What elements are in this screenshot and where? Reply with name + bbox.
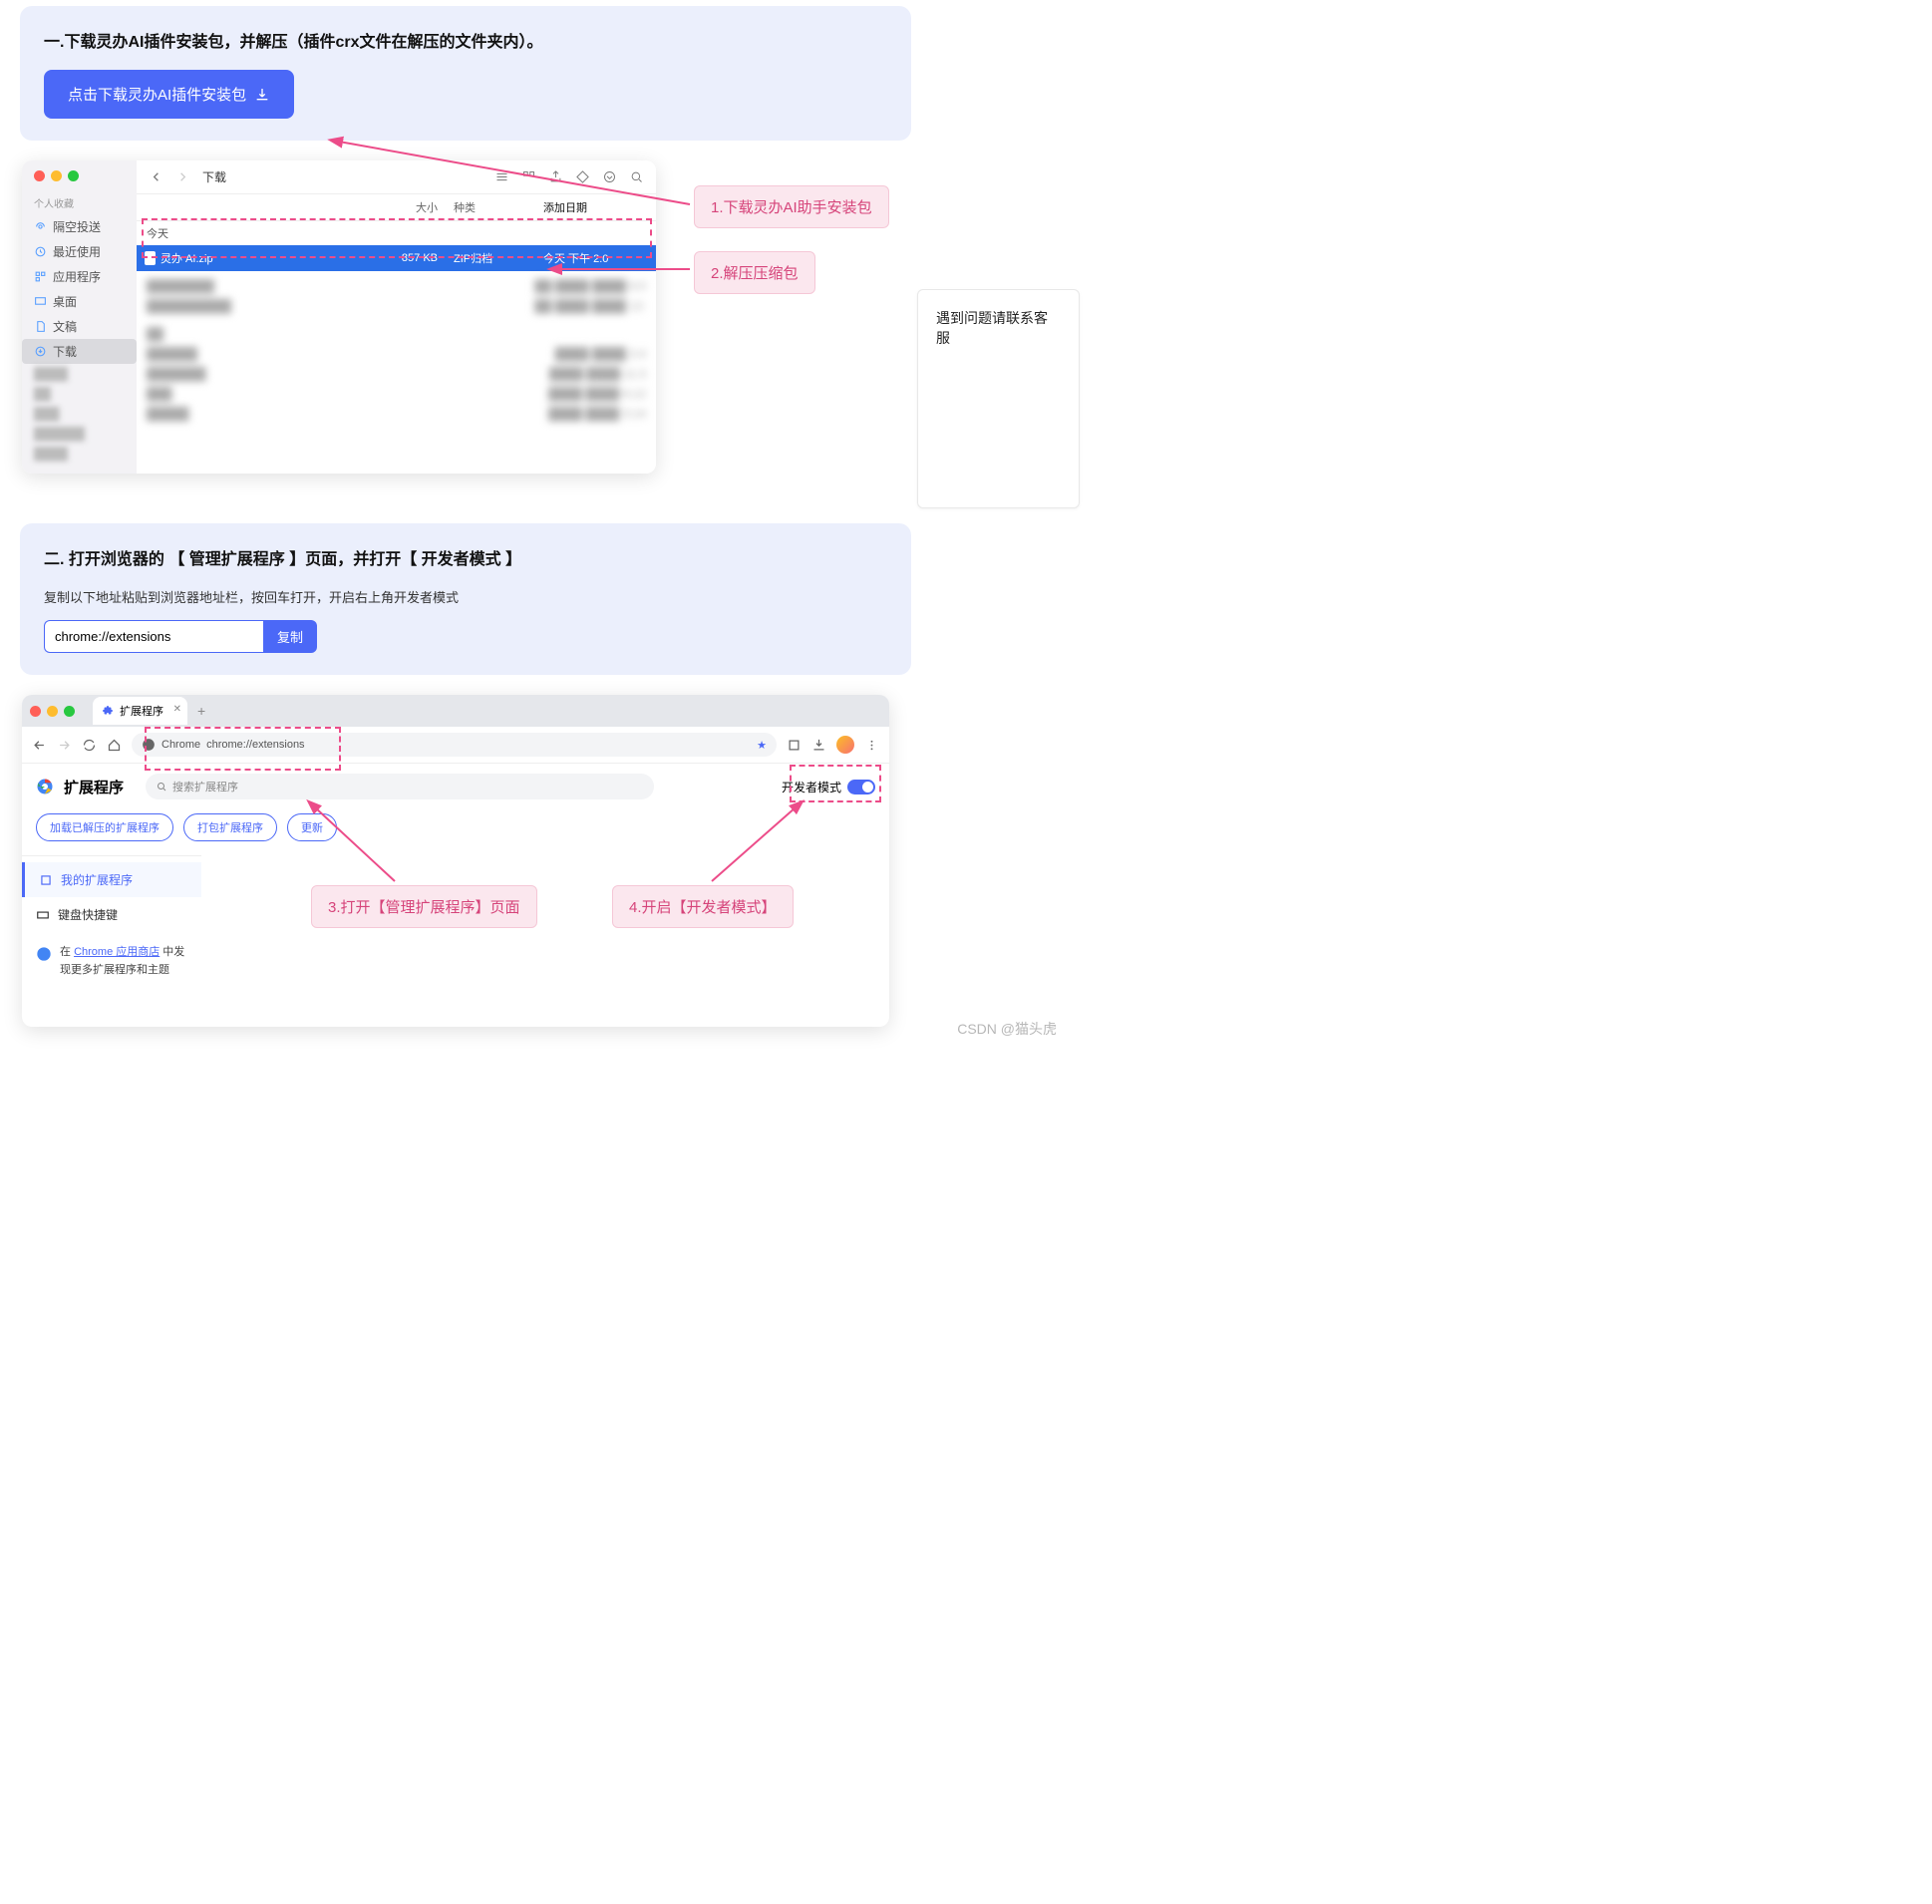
watermark: CSDN @猫头虎 (957, 1019, 1057, 1039)
traffic-min[interactable] (51, 170, 62, 181)
back-icon[interactable] (149, 169, 163, 184)
sidebar-airdrop[interactable]: 隔空投送 (22, 214, 137, 239)
download-button-label: 点击下载灵办AI插件安装包 (68, 84, 246, 105)
sidebar-apps[interactable]: 应用程序 (22, 264, 137, 289)
tag-icon[interactable] (575, 169, 590, 184)
grid-icon[interactable] (521, 169, 536, 184)
sidebar-header: 个人收藏 (22, 191, 137, 214)
step1-card: 一.下载灵办AI插件安装包，并解压（插件crx文件在解压的文件夹内）。 点击下载… (20, 6, 911, 141)
callout-3: 3.打开【管理扩展程序】页面 (311, 885, 537, 928)
highlight-box-omnibox (145, 727, 341, 771)
search-icon[interactable] (629, 169, 644, 184)
sidebar-recents[interactable]: 最近使用 (22, 239, 137, 264)
copy-button[interactable]: 复制 (263, 620, 317, 653)
forward-icon[interactable] (57, 738, 72, 753)
traffic-close[interactable] (30, 706, 41, 717)
nav-keyboard-shortcuts[interactable]: 键盘快捷键 (22, 897, 201, 932)
webstore-icon (36, 946, 52, 962)
callout-2: 2.解压压缩包 (694, 251, 815, 294)
download-icon (254, 87, 270, 103)
list-icon[interactable] (494, 169, 509, 184)
finder-window: 个人收藏 隔空投送 最近使用 应用程序 桌面 文稿 下载 ███████████… (22, 160, 656, 474)
back-icon[interactable] (32, 738, 47, 753)
finder-title: 下载 (202, 168, 226, 185)
share-icon[interactable] (548, 169, 563, 184)
step1-title: 一.下载灵办AI插件安装包，并解压（插件crx文件在解压的文件夹内）。 (44, 28, 887, 52)
finder-columns: 大小 种类 添加日期 (137, 194, 656, 221)
web-store-note: 在 Chrome 应用商店 中发现更多扩展程序和主题 (22, 932, 201, 991)
traffic-close[interactable] (34, 170, 45, 181)
extensions-search[interactable]: 搜索扩展程序 (146, 774, 654, 799)
finder-toolbar: 下载 (137, 160, 656, 194)
traffic-max[interactable] (68, 170, 79, 181)
search-icon (156, 781, 167, 793)
step2-title: 二. 打开浏览器的 【 管理扩展程序 】页面，并打开【 开发者模式 】 (44, 545, 887, 569)
url-input[interactable] (44, 620, 263, 653)
callout-1: 1.下载灵办AI助手安装包 (694, 185, 889, 228)
avatar-icon[interactable] (836, 736, 854, 754)
finder-sidebar: 个人收藏 隔空投送 最近使用 应用程序 桌面 文稿 下载 ███████████… (22, 160, 137, 474)
pack-ext-button[interactable]: 打包扩展程序 (183, 813, 277, 841)
sidebar-desktop[interactable]: 桌面 (22, 289, 137, 314)
chrome-window: 扩展程序 ✕ + Chrome chrome://extensions ★ 扩展… (22, 695, 889, 1027)
side-note: 遇到问题请联系客服 (917, 289, 1080, 508)
highlight-box-file (142, 218, 652, 258)
tab-close-icon[interactable]: ✕ (173, 704, 181, 715)
browser-tab[interactable]: 扩展程序 ✕ (93, 697, 187, 725)
step2-card: 二. 打开浏览器的 【 管理扩展程序 】页面，并打开【 开发者模式 】 复制以下… (20, 523, 911, 675)
traffic-max[interactable] (64, 706, 75, 717)
update-button[interactable]: 更新 (287, 813, 337, 841)
forward-icon[interactable] (175, 169, 190, 184)
more-icon[interactable] (602, 169, 617, 184)
puzzle-icon (103, 705, 115, 717)
sidebar-downloads[interactable]: 下载 (22, 339, 137, 364)
traffic-min[interactable] (47, 706, 58, 717)
download-button[interactable]: 点击下载灵办AI插件安装包 (44, 70, 294, 119)
home-icon[interactable] (107, 738, 122, 753)
download-tray-icon[interactable] (811, 738, 826, 753)
web-store-link[interactable]: Chrome 应用商店 (74, 946, 160, 958)
keyboard-icon (36, 908, 50, 922)
puzzle-icon (39, 873, 53, 887)
ext-puzzle-icon[interactable] (787, 738, 802, 753)
reload-icon[interactable] (82, 738, 97, 753)
new-tab-button[interactable]: + (193, 703, 209, 719)
more-menu-icon[interactable] (864, 738, 879, 753)
load-unpacked-button[interactable]: 加载已解压的扩展程序 (36, 813, 173, 841)
nav-my-extensions[interactable]: 我的扩展程序 (22, 862, 201, 897)
callout-4: 4.开启【开发者模式】 (612, 885, 794, 928)
extensions-title: 扩展程序 (64, 777, 124, 797)
chrome-logo-icon (36, 778, 54, 795)
step2-subtitle: 复制以下地址粘贴到浏览器地址栏，按回车打开，开启右上角开发者模式 (44, 587, 887, 606)
sidebar-documents[interactable]: 文稿 (22, 314, 137, 339)
highlight-box-devmode (790, 765, 881, 802)
bookmark-star-icon[interactable]: ★ (757, 739, 767, 752)
